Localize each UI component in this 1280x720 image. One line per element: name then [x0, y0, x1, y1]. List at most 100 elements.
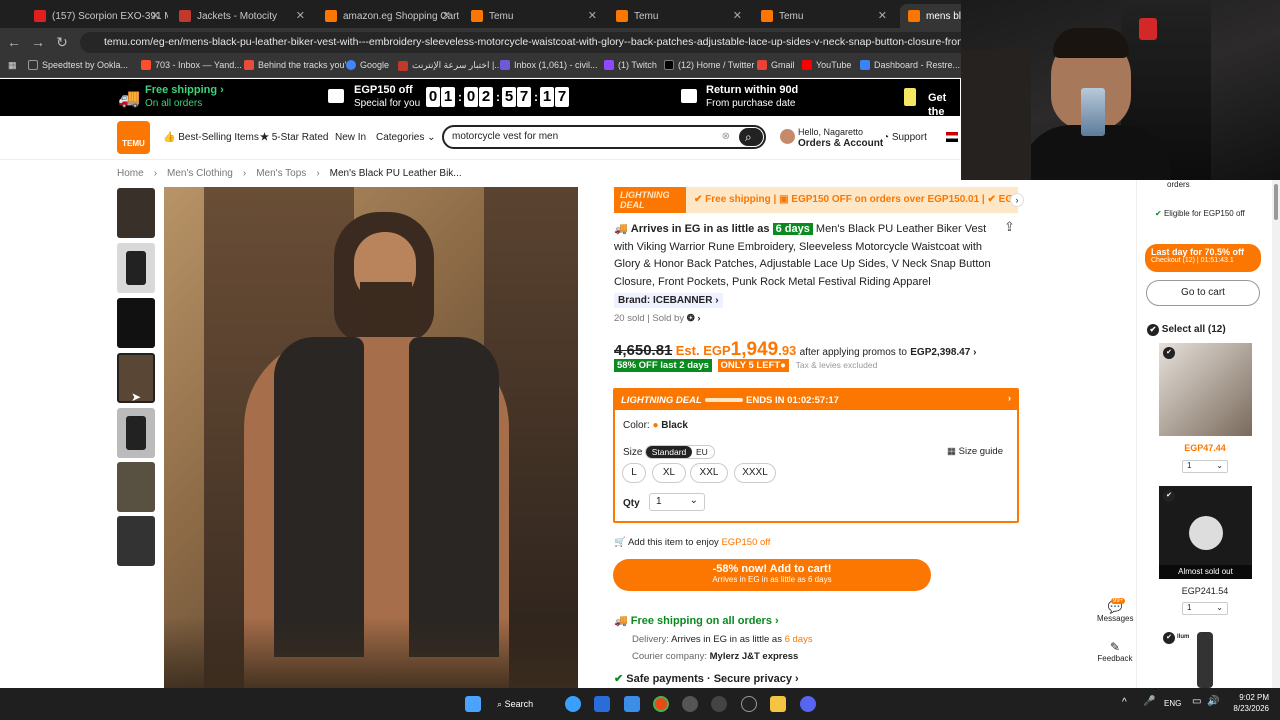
microphone-icon[interactable]: 🎤 — [1143, 696, 1155, 707]
main-product-image[interactable] — [164, 187, 578, 688]
close-icon[interactable]: ✕ — [296, 9, 305, 22]
chevron-right-icon[interactable]: › — [1008, 393, 1011, 404]
tab-temu-1[interactable]: Temu ✕ — [463, 4, 605, 28]
bookmark-youtube[interactable]: YouTube — [802, 60, 851, 70]
size-guide-link[interactable]: ▦ Size guide — [947, 446, 1003, 457]
tab-youtube[interactable]: (157) Scorpion EXO-391 Ma ✕ — [26, 4, 168, 28]
add-to-cart-button[interactable]: -58% now! Add to cart! Arrives in EG in … — [613, 559, 931, 591]
tab-motocity[interactable]: Jackets - Motocity ✕ — [171, 4, 313, 28]
tab-temu-3[interactable]: Temu ✕ — [753, 4, 895, 28]
thumbnail-1[interactable] — [117, 188, 155, 238]
nav-best-selling[interactable]: 👍 Best-Selling Items — [163, 132, 259, 143]
size-xxl[interactable]: XXL — [690, 463, 728, 483]
taskbar-search[interactable]: ⌕ Search — [497, 694, 549, 714]
clear-icon[interactable]: ⊗ — [722, 127, 730, 147]
nav-support[interactable]: ◔ Support — [883, 132, 927, 143]
close-icon[interactable]: ✕ — [878, 9, 887, 22]
bookmark-dashboard[interactable]: Dashboard - Restre... — [860, 60, 960, 70]
bookmark-yandex[interactable]: 703 - Inbox — Yand... — [141, 60, 242, 70]
obs-icon[interactable] — [682, 696, 698, 712]
reload-icon[interactable]: ↻ — [50, 34, 74, 51]
bookmark-twitter[interactable]: (12) Home / Twitter — [664, 60, 754, 70]
mail-icon[interactable] — [594, 696, 610, 712]
discord-icon[interactable] — [800, 696, 816, 712]
back-icon[interactable]: ← — [2, 34, 26, 50]
go-to-cart-button[interactable]: Go to cart — [1146, 280, 1260, 306]
standard-option[interactable]: Standard — [646, 446, 692, 458]
edge-icon[interactable] — [565, 696, 581, 712]
avatar[interactable] — [780, 129, 795, 144]
promo-get-app[interactable]: Get the — [928, 91, 960, 119]
url-field[interactable]: temu.com/eg-en/mens-black-pu-leather-bik… — [80, 32, 1040, 53]
search-button[interactable]: ⌕ — [739, 128, 763, 146]
crumb-mens-clothing[interactable]: Men's Clothing — [167, 168, 233, 179]
close-icon[interactable]: ✕ — [151, 9, 160, 22]
volume-icon[interactable]: 🔊 — [1207, 696, 1219, 707]
bookmark-tracks[interactable]: Behind the tracks you'... — [244, 60, 354, 70]
last-day-banner[interactable]: Last day for 70.5% off Checkout (12) | 0… — [1145, 244, 1261, 272]
app-4k-icon[interactable] — [711, 696, 727, 712]
lightning-deal-strip[interactable]: LIGHTNING DEAL ✔ Free shipping | ▣ EGP150… — [614, 187, 1024, 213]
chevron-right-icon[interactable]: › — [1010, 193, 1024, 207]
item-1-qty[interactable]: 1 ⌄ — [1182, 460, 1228, 473]
close-icon[interactable]: ✕ — [733, 9, 742, 22]
search-input[interactable]: motorcycle vest for men ⊗ ⌕ — [442, 125, 766, 149]
crumb-mens-tops[interactable]: Men's Tops — [256, 168, 306, 179]
seller-icon[interactable]: ❂ › — [687, 313, 701, 324]
safe-payments-link[interactable]: ✔ Safe payments · Secure privacy › — [614, 672, 799, 685]
thumbnail-5[interactable] — [117, 408, 155, 458]
promo-price-link[interactable]: EGP2,398.47 › — [910, 347, 976, 358]
eu-option[interactable]: EU — [696, 446, 708, 458]
select-all-checkbox[interactable]: ✔ Select all (12) — [1147, 324, 1226, 336]
chevron-up-icon[interactable]: ^ — [1122, 697, 1127, 708]
tab-temu-2[interactable]: Temu ✕ — [608, 4, 750, 28]
share-icon[interactable]: ⇪ — [1004, 219, 1015, 235]
bookmark-gmail[interactable]: Gmail — [757, 60, 795, 70]
bookmark-inbox[interactable]: Inbox (1,061) - civil... — [500, 60, 598, 70]
size-xl[interactable]: XL — [652, 463, 686, 483]
item-1-checkbox[interactable]: ✔ — [1163, 347, 1175, 359]
promo-egp150[interactable]: EGP150 off Special for you — [354, 83, 420, 111]
crumb-home[interactable]: Home — [117, 168, 144, 179]
windows-start-icon[interactable] — [465, 696, 481, 712]
messages-widget[interactable]: 99+ 💬 Messages — [1097, 598, 1133, 623]
close-icon[interactable]: ✕ — [442, 9, 451, 22]
scrollbar[interactable] — [1272, 180, 1280, 688]
promo-free-shipping[interactable]: Free shipping › On all orders — [145, 83, 224, 111]
apps-icon[interactable]: ▦ — [8, 60, 17, 71]
thumbnail-6[interactable] — [117, 462, 155, 512]
nav-new-in[interactable]: New In — [335, 132, 366, 143]
size-xxxl[interactable]: XXXL — [734, 463, 776, 483]
close-icon[interactable]: ✕ — [588, 9, 597, 22]
forward-icon[interactable]: → — [26, 34, 50, 50]
lightning-deal-header[interactable]: LIGHTNING DEAL ENDS IN 01:02:57:17 › — [615, 390, 1017, 410]
egypt-flag-icon[interactable] — [946, 132, 958, 142]
wordpad-icon[interactable] — [741, 696, 757, 712]
vpn-icon[interactable] — [624, 696, 640, 712]
bookmark-google[interactable]: Google — [346, 60, 389, 70]
network-icon[interactable]: ▭ — [1192, 696, 1201, 707]
free-shipping-link[interactable]: 🚚 Free shipping on all orders › — [614, 614, 779, 627]
bookmark-speedtest[interactable]: Speedtest by Ookla... — [28, 60, 128, 70]
thumbnail-2[interactable] — [117, 243, 155, 293]
item-3-checkbox[interactable]: ✔ — [1163, 632, 1175, 644]
bookmark-twitch[interactable]: (1) Twitch — [604, 60, 657, 70]
nav-five-star[interactable]: ★ 5-Star Rated — [260, 132, 328, 143]
tab-amazon[interactable]: amazon.eg Shopping Cart ✕ — [317, 4, 459, 28]
cart-item-3-image[interactable] — [1197, 632, 1213, 688]
item-2-checkbox[interactable]: ✔ — [1163, 490, 1175, 502]
account-menu[interactable]: Hello, Nagaretto Orders & Account — [798, 127, 883, 149]
language-indicator[interactable]: ENG — [1164, 699, 1181, 708]
nav-categories[interactable]: Categories ⌄ — [376, 132, 436, 143]
chrome-icon[interactable] — [653, 696, 669, 712]
scrollbar-thumb[interactable] — [1274, 184, 1278, 220]
qty-select[interactable]: 1 ⌄ — [649, 493, 705, 511]
temu-logo[interactable]: TEMU — [117, 121, 150, 154]
thumbnail-7[interactable] — [117, 516, 155, 566]
clock[interactable]: 9:02 PM 8/23/2026 — [1227, 692, 1269, 714]
tab-mens-black[interactable]: mens black — [900, 4, 970, 28]
feedback-widget[interactable]: ✎ Feedback — [1097, 640, 1133, 663]
size-l[interactable]: L — [622, 463, 646, 483]
brand-link[interactable]: Brand: ICEBANNER › — [614, 293, 723, 308]
size-system-toggle[interactable]: Standard EU — [645, 445, 715, 459]
